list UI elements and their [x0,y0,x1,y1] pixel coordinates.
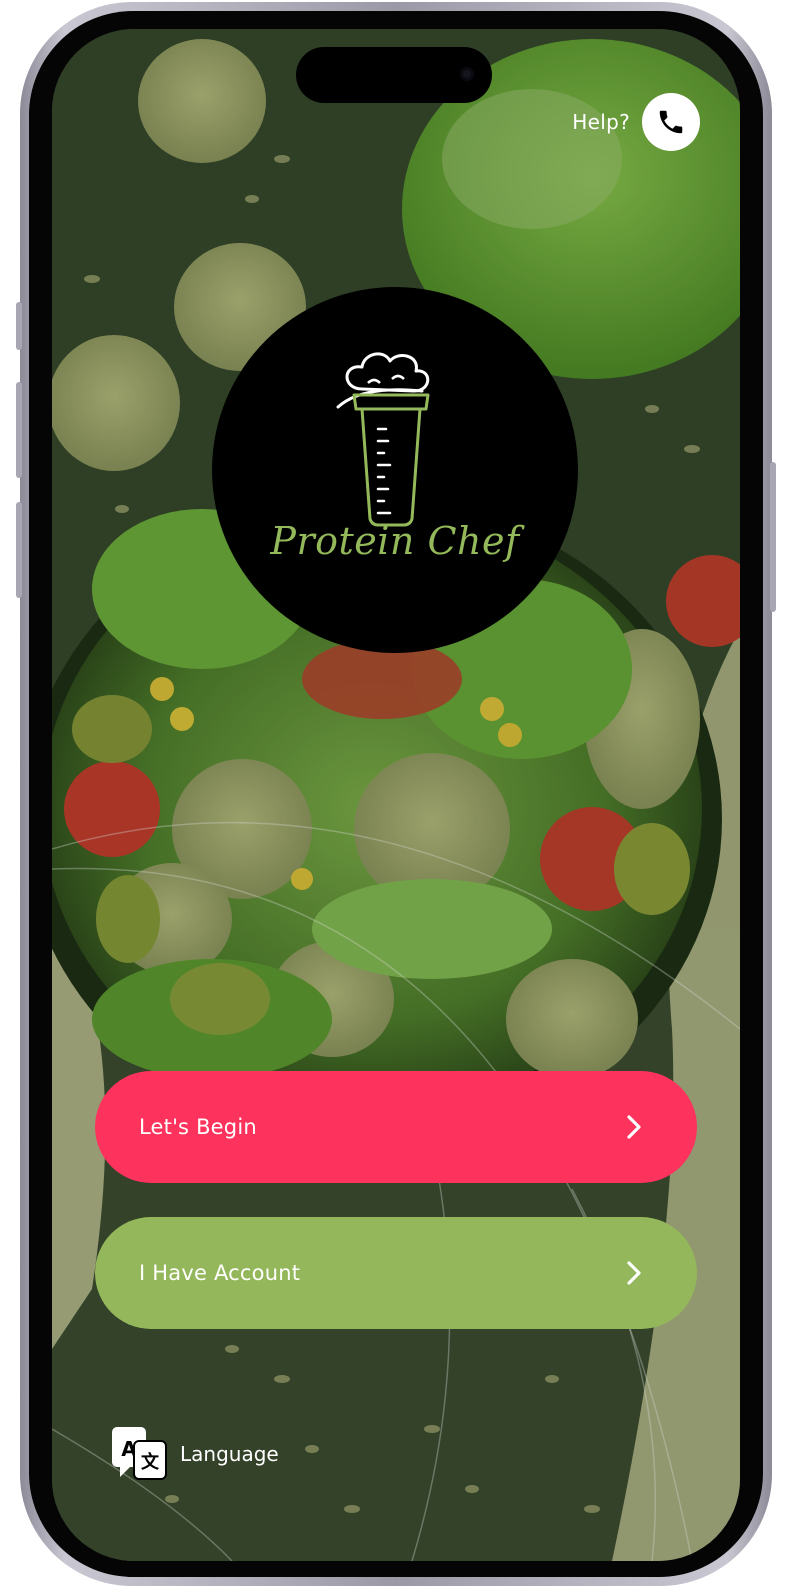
help-link[interactable]: Help? [572,93,700,151]
help-call-button[interactable] [642,93,700,151]
lets-begin-button[interactable]: Let's Begin [95,1071,697,1183]
brand-logo: Protein Chef [212,287,578,653]
action-button [16,302,22,350]
power-button [770,462,776,612]
help-label: Help? [572,110,630,134]
dynamic-island [296,47,492,103]
i-have-account-label: I Have Account [139,1261,301,1285]
svg-text:文: 文 [141,1451,160,1473]
front-camera [460,67,474,81]
translate-icon: A 文 [112,1427,167,1480]
volume-up-button [16,382,22,478]
brand-name: Protein Chef [270,519,520,563]
language-label: Language [180,1442,279,1466]
app-screen: Help? Protein Chef Let's Begin I Have Ac… [52,29,740,1561]
phone-icon [659,110,683,134]
chef-hat-shaker-icon [336,352,430,527]
background-tint [52,29,740,1561]
i-have-account-button[interactable]: I Have Account [95,1217,697,1329]
volume-down-button [16,502,22,598]
chevron-right-icon [627,1261,641,1285]
language-selector[interactable]: A 文 Language [110,1425,279,1483]
chevron-right-icon [627,1115,641,1139]
lets-begin-label: Let's Begin [139,1115,257,1139]
